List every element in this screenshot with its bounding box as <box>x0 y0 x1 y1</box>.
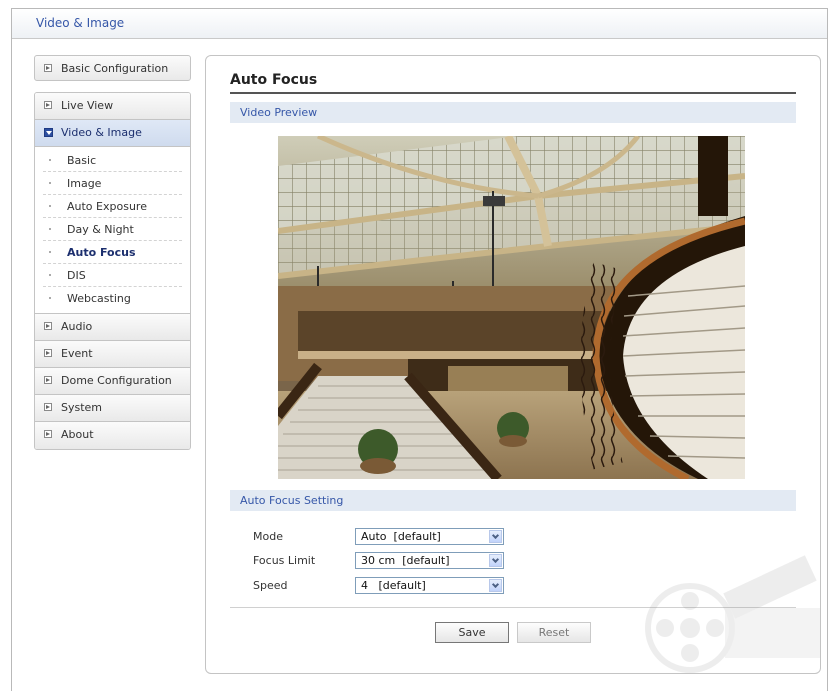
sidebar-item-audio[interactable]: Audio <box>35 314 190 341</box>
submenu-item-label: Webcasting <box>67 292 131 305</box>
video-preview <box>278 136 745 479</box>
bullet-icon <box>49 274 51 276</box>
chevron-down-icon[interactable] <box>489 530 502 543</box>
sidebar-item-label: Dome Configuration <box>61 374 172 387</box>
speed-select-value: 4 [default] <box>361 579 426 592</box>
bullet-icon <box>49 205 51 207</box>
bullet-icon <box>49 297 51 299</box>
speed-label: Speed <box>253 579 288 592</box>
section-title: Auto Focus Setting <box>240 494 344 507</box>
mode-label: Mode <box>253 530 283 543</box>
speed-select[interactable]: 4 [default] <box>355 577 504 594</box>
bullet-icon <box>49 159 51 161</box>
video-preview-image <box>278 136 745 479</box>
submenu-item-label: Basic <box>67 154 97 167</box>
section-title: Video Preview <box>240 106 318 119</box>
save-button[interactable]: Save <box>435 622 509 643</box>
sidebar-menu-group: Live View Video & Image Basic Image Auto… <box>34 92 191 450</box>
chevron-down-icon[interactable] <box>489 579 502 592</box>
sidebar-item-video-image[interactable]: Video & Image <box>35 120 190 147</box>
submenu-item-label: Day & Night <box>67 223 134 236</box>
submenu-item-label: DIS <box>67 269 86 282</box>
sidebar-item-about[interactable]: About <box>35 422 190 449</box>
expand-arrow-icon <box>44 430 52 438</box>
focus-limit-label: Focus Limit <box>253 554 316 567</box>
video-preview-header: Video Preview <box>230 102 796 123</box>
submenu-item-label: Auto Focus <box>67 246 136 259</box>
bullet-icon <box>49 251 51 253</box>
submenu-item-image[interactable]: Image <box>43 172 182 195</box>
chevron-down-icon[interactable] <box>489 554 502 567</box>
focus-limit-select-value: 30 cm [default] <box>361 554 450 567</box>
expand-arrow-icon <box>44 64 52 72</box>
submenu-item-webcasting[interactable]: Webcasting <box>43 287 182 309</box>
sidebar-item-label: Audio <box>61 320 93 333</box>
bullet-icon <box>49 228 51 230</box>
submenu-item-label: Auto Exposure <box>67 200 147 213</box>
sidebar-item-label: Live View <box>61 99 114 112</box>
submenu-item-auto-exposure[interactable]: Auto Exposure <box>43 195 182 218</box>
window-title: Video & Image <box>36 16 125 30</box>
film-reel-watermark-icon <box>645 555 820 673</box>
sidebar-item-label: About <box>61 428 94 441</box>
collapse-arrow-icon <box>44 128 53 137</box>
expand-arrow-icon <box>44 376 52 384</box>
mode-select[interactable]: Auto [default] <box>355 528 504 545</box>
expand-arrow-icon <box>44 349 52 357</box>
bullet-icon <box>49 182 51 184</box>
page-title: Auto Focus <box>230 72 318 88</box>
submenu-item-dis[interactable]: DIS <box>43 264 182 287</box>
sidebar-item-label: Event <box>61 347 93 360</box>
expand-arrow-icon <box>44 101 52 109</box>
sidebar-item-dome-configuration[interactable]: Dome Configuration <box>35 368 190 395</box>
expand-arrow-icon <box>44 403 52 411</box>
sidebar-item-system[interactable]: System <box>35 395 190 422</box>
sidebar-item-live-view[interactable]: Live View <box>35 93 190 120</box>
sidebar-item-basic-configuration[interactable]: Basic Configuration <box>34 55 191 81</box>
sidebar-item-event[interactable]: Event <box>35 341 190 368</box>
title-divider <box>230 92 796 94</box>
expand-arrow-icon <box>44 322 52 330</box>
auto-focus-setting-header: Auto Focus Setting <box>230 490 796 511</box>
sidebar: Basic Configuration Live View Video & Im… <box>34 55 191 450</box>
main-panel: Auto Focus Video Preview Auto Focus Sett… <box>205 55 821 674</box>
submenu-item-basic[interactable]: Basic <box>43 149 182 172</box>
mode-select-value: Auto [default] <box>361 530 441 543</box>
sidebar-submenu: Basic Image Auto Exposure Day & Night Au… <box>35 147 190 314</box>
reset-button[interactable]: Reset <box>517 622 591 643</box>
submenu-item-auto-focus[interactable]: Auto Focus <box>43 241 182 264</box>
focus-limit-select[interactable]: 30 cm [default] <box>355 552 504 569</box>
sidebar-item-label: Video & Image <box>61 126 142 139</box>
sidebar-item-label: Basic Configuration <box>61 62 169 75</box>
window-titlebar: Video & Image <box>12 9 827 39</box>
submenu-item-day-night[interactable]: Day & Night <box>43 218 182 241</box>
sidebar-item-label: System <box>61 401 103 414</box>
submenu-item-label: Image <box>67 177 102 190</box>
